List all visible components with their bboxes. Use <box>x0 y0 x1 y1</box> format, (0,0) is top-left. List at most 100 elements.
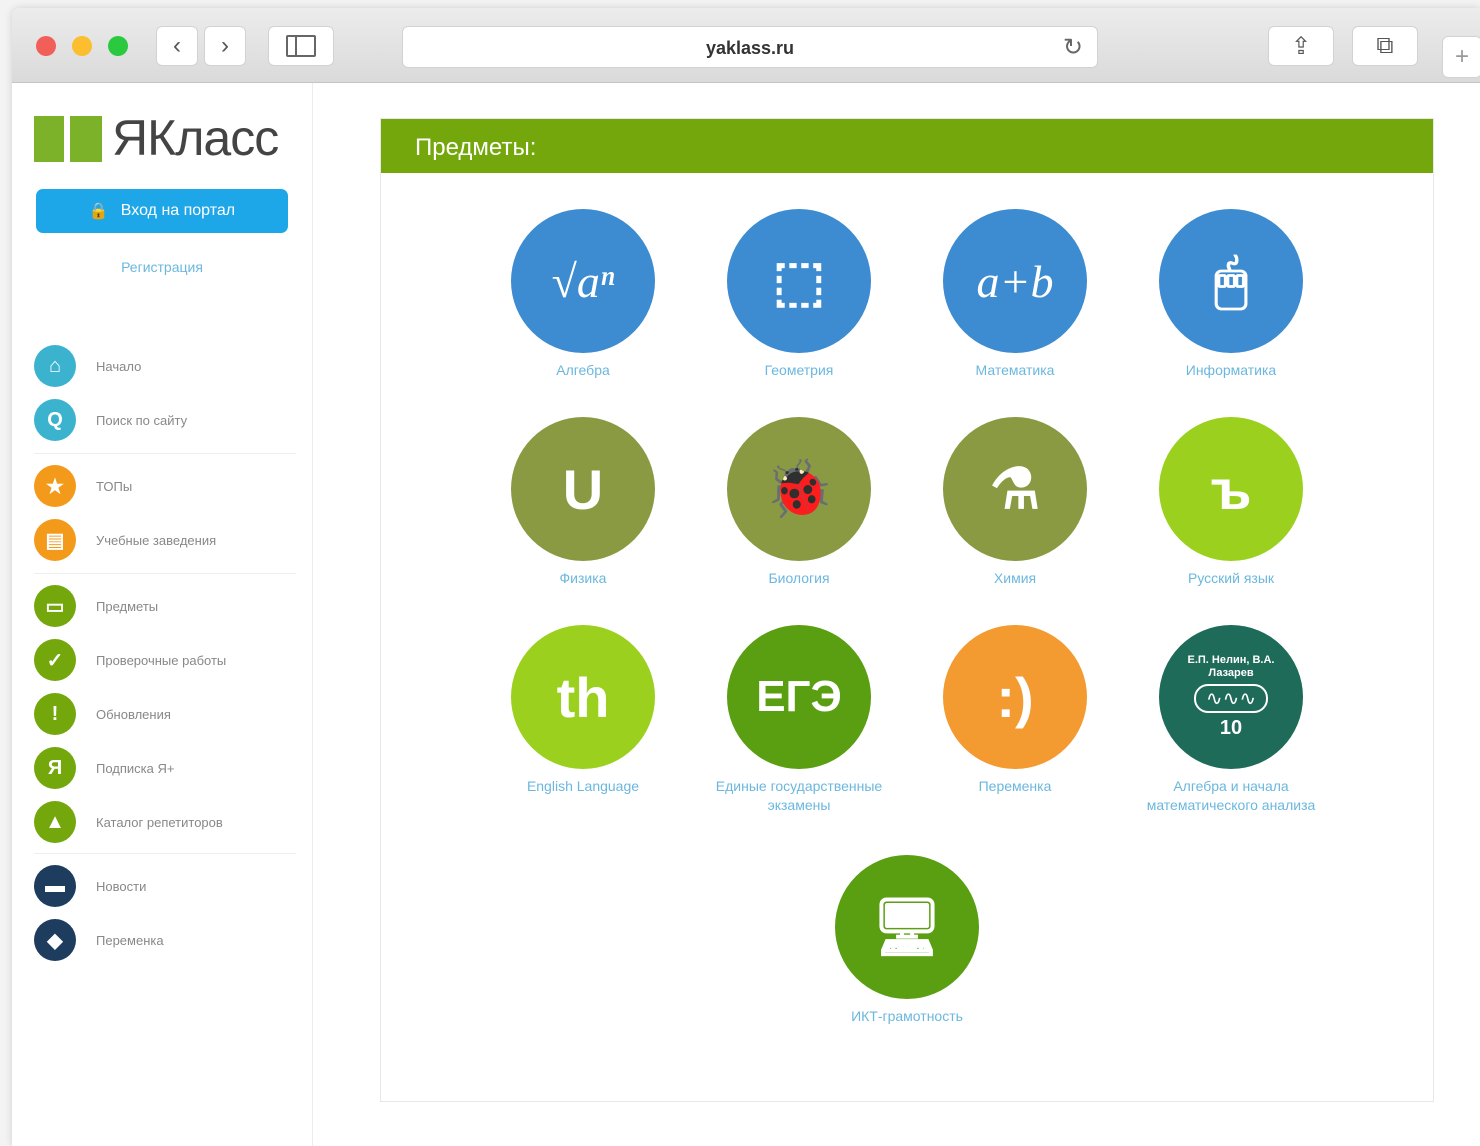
share-icon: ⇪ <box>1290 32 1312 60</box>
subject-tile[interactable]: ъ Русский язык <box>1131 417 1331 588</box>
magnet-glyph: U <box>562 457 604 521</box>
sidebar-item[interactable]: ▬ Новости <box>34 865 146 907</box>
subject-tile[interactable]: a+b Математика <box>915 209 1115 380</box>
sidebar-item-label: Подписка Я+ <box>96 760 175 776</box>
subjects-header: Предметы: <box>381 119 1433 173</box>
login-button[interactable]: 🔒 Вход на портал <box>36 189 288 233</box>
subject-label: Переменка <box>978 778 1052 794</box>
sidebar-item-label: Переменка <box>96 932 164 948</box>
devices-glyph: 🖥 <box>871 895 943 958</box>
sidebar-item[interactable]: Q Поиск по сайту <box>34 399 187 441</box>
plus-icon: + <box>1454 43 1469 70</box>
ya-plus-icon: Я <box>34 747 76 789</box>
subject-label: Биология <box>768 570 830 586</box>
subject-label: ИКТ-грамотность <box>851 1008 963 1024</box>
subject-tile[interactable]: U Физика <box>483 417 683 588</box>
sidebar-item[interactable]: ▲ Каталог репетиторов <box>34 801 223 843</box>
nav-divider <box>34 573 296 574</box>
sidebar-toggle-button[interactable] <box>268 26 334 66</box>
register-link[interactable]: Регистрация <box>12 259 312 275</box>
search-icon: Q <box>34 399 76 441</box>
cube-icon: ⬚ <box>727 209 871 353</box>
forward-button[interactable]: › <box>204 26 246 66</box>
ege-glyph: ЕГЭ <box>756 672 842 721</box>
sidebar-item-label: Обновления <box>96 706 171 722</box>
sidebar-item-label: Учебные заведения <box>96 532 217 548</box>
subjects-panel: Предметы: √aⁿ Алгебра ⬚ Геометрия a+b Математ… <box>380 118 1434 1102</box>
subject-tile[interactable]: :) Переменка <box>915 625 1115 796</box>
chat-icon: ▬ <box>34 865 76 907</box>
sidebar-item[interactable]: ★ ТОПы <box>34 465 132 507</box>
smile-glyph: :) <box>996 665 1034 729</box>
address-bar[interactable]: yaklass.ru ↻ <box>402 26 1098 68</box>
subject-label: Алгебра <box>556 362 610 378</box>
close-window-button[interactable] <box>36 36 56 56</box>
subject-tile[interactable]: √aⁿ Алгебра <box>483 209 683 380</box>
subject-label: Единые государственные экзамены <box>715 778 883 813</box>
zoom-window-button[interactable] <box>108 36 128 56</box>
subject-label: Русский язык <box>1187 570 1275 586</box>
subject-label: Математика <box>975 362 1055 378</box>
reload-icon[interactable]: ↻ <box>1063 33 1083 62</box>
subject-tile[interactable]: ЕГЭ Единые государственные экзамены <box>699 625 899 815</box>
a-plus-b-icon: a+b <box>943 209 1087 353</box>
subject-tile[interactable]: Е.П. Нелин, В.А. Лазарев ∿∿∿ 10 Алгебра и н… <box>1131 625 1331 815</box>
logo[interactable]: ЯКласс <box>34 109 279 167</box>
sidebar-item[interactable]: ! Обновления <box>34 693 171 735</box>
sidebar-item[interactable]: ▭ Предметы <box>34 585 158 627</box>
book-logo-icon <box>34 116 102 162</box>
devices-icon: 🖥 <box>835 855 979 999</box>
subject-tile[interactable]: 🖥 ИКТ-грамотность <box>807 855 1007 1026</box>
subject-tile[interactable]: ⚗ Химия <box>915 417 1115 588</box>
sidebar-item[interactable]: ◆ Переменка <box>34 919 164 961</box>
url-text: yaklass.ru <box>705 38 795 58</box>
speech-bubble-icon: ъ <box>1159 417 1303 561</box>
grade-number: 10 <box>1219 717 1243 740</box>
share-button[interactable]: ⇪ <box>1268 26 1334 66</box>
th-bubble-icon: th <box>511 625 655 769</box>
sidebar-item-label: ТОПы <box>96 478 133 494</box>
sqrt-icon: √aⁿ <box>511 209 655 353</box>
sidebar-item[interactable]: ⌂ Начало <box>34 345 141 387</box>
bug-glyph: 🐞 <box>764 457 834 520</box>
subject-label: English Language <box>526 778 640 794</box>
sidebar-item-label: Проверочные работы <box>96 652 227 668</box>
book-icon: ▭ <box>34 585 76 627</box>
subject-tile[interactable]: ⬚ Геометрия <box>699 209 899 380</box>
subject-tile[interactable]: 🖱 Информатика <box>1131 209 1331 380</box>
subjects-title: Предметы: <box>415 134 537 161</box>
textbook-cover-text: Е.П. Нелин, В.А. Лазарев <box>1187 653 1275 679</box>
smile-icon: :) <box>943 625 1087 769</box>
sidebar-item-label: Начало <box>96 358 142 374</box>
back-button[interactable]: ‹ <box>156 26 198 66</box>
subject-label: Химия <box>993 570 1037 586</box>
sidebar-item[interactable]: Я Подписка Я+ <box>34 747 174 789</box>
th-bubble-glyph: th <box>556 665 610 729</box>
login-button-label: Вход на портал <box>120 202 236 219</box>
wave-icon: ∿∿∿ <box>1193 684 1269 714</box>
subject-tile[interactable]: 🐞 Биология <box>699 417 899 588</box>
sidebar-item[interactable]: ✓ Проверочные работы <box>34 639 226 681</box>
browser-window: ‹ › yaklass.ru ↻ ⇪ ⧉ + ЯКласс 🔒 Вход на … <box>12 8 1480 1146</box>
lock-icon: 🔒 <box>88 203 109 220</box>
sidebar: ЯКласс 🔒 Вход на портал Регистрация ⌂ Нач… <box>12 83 313 1146</box>
ege-icon: ЕГЭ <box>727 625 871 769</box>
check-icon: ✓ <box>34 639 76 681</box>
tabs-overview-button[interactable]: ⧉ <box>1352 26 1418 66</box>
nav-divider <box>34 853 296 854</box>
logo-text: ЯКласс <box>112 110 279 166</box>
cube-glyph: ⬚ <box>772 249 826 312</box>
sqrt-glyph: √aⁿ <box>551 255 615 307</box>
star-icon: ★ <box>34 465 76 507</box>
subject-tile[interactable]: th English Language <box>483 625 683 796</box>
sidebar-item-label: Новости <box>96 878 147 894</box>
textbook-icon: Е.П. Нелин, В.А. Лазарев ∿∿∿ 10 <box>1159 625 1303 769</box>
minimize-window-button[interactable] <box>72 36 92 56</box>
speech-bubble-glyph: ъ <box>1210 457 1252 521</box>
exclamation-icon: ! <box>34 693 76 735</box>
shield-icon: ◆ <box>34 919 76 961</box>
sidebar-item[interactable]: ▤ Учебные заведения <box>34 519 216 561</box>
new-tab-button[interactable]: + <box>1442 36 1480 78</box>
subject-label: Алгебра и начала математического анализа <box>1146 778 1316 813</box>
a-plus-b-glyph: a+b <box>976 255 1054 307</box>
